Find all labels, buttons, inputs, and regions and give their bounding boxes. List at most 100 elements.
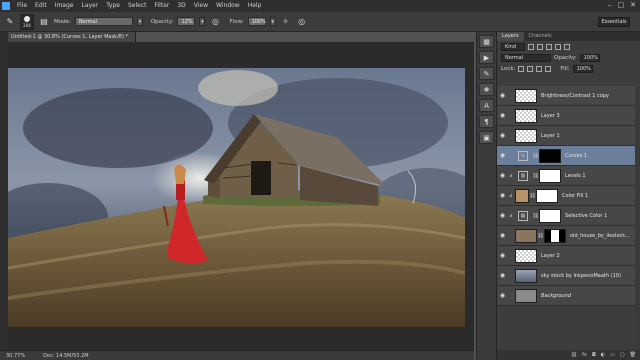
menu-image[interactable]: Image	[51, 0, 78, 12]
eye-icon[interactable]: ◉	[497, 292, 508, 299]
maximize-button[interactable]: □	[618, 1, 625, 9]
layer-row[interactable]: ◉ Background	[497, 286, 640, 306]
layer-mask-thumbnail[interactable]	[539, 168, 561, 183]
brush-panel-icon[interactable]: ▤	[38, 16, 50, 28]
new-layer-icon[interactable]: ▢	[620, 352, 625, 358]
eye-icon[interactable]: ◉	[497, 132, 508, 139]
chevron-down-icon[interactable]: ▾	[269, 17, 276, 26]
layer-mask-thumbnail[interactable]	[539, 148, 561, 163]
layers-scrollbar[interactable]	[635, 86, 640, 350]
layer-row[interactable]: ◉ sky stock by InkpenoMaath (10)	[497, 266, 640, 286]
layer-row[interactable]: ◉ Brightness/Contrast 1 copy	[497, 86, 640, 106]
brush-settings-icon[interactable]: ❖	[479, 83, 494, 96]
eye-icon[interactable]: ◉	[497, 92, 508, 99]
eye-icon[interactable]: ◉	[497, 252, 508, 259]
layer-row[interactable]: ◉ ↲ ⛓ Color Fill 1	[497, 186, 640, 206]
layer-name: Layer 3	[541, 112, 560, 119]
menu-view[interactable]: View	[190, 0, 212, 12]
brush-presets-icon[interactable]: ✎	[479, 67, 494, 80]
brush-tip-icon	[24, 15, 30, 22]
link-layers-icon[interactable]: ⛓	[571, 352, 577, 358]
filter-type-icon[interactable]	[546, 43, 552, 50]
chain-link-icon[interactable]: ⛓	[529, 193, 536, 199]
chain-link-icon[interactable]: ⛓	[532, 173, 539, 179]
opacity-field[interactable]: 12%	[177, 17, 196, 26]
eye-icon[interactable]: ◉	[497, 172, 508, 179]
actions-play-icon[interactable]: ▶	[479, 51, 494, 64]
layer-mask-thumbnail[interactable]	[536, 188, 558, 203]
layer-mask-thumbnail[interactable]	[539, 208, 561, 223]
layer-row-selected[interactable]: ◉ ∿ ⛓ Curves 1	[497, 146, 640, 166]
menu-help[interactable]: Help	[244, 0, 266, 12]
layer-name: Background	[541, 292, 571, 299]
character-icon[interactable]: A	[479, 99, 494, 112]
chain-link-icon[interactable]: ⛓	[537, 233, 544, 239]
chevron-down-icon[interactable]: ▾	[199, 17, 206, 26]
eye-icon[interactable]: ◉	[497, 272, 508, 279]
lock-position-icon[interactable]	[536, 65, 543, 72]
eye-icon[interactable]: ◉	[497, 192, 508, 199]
lock-image-icon[interactable]	[527, 65, 534, 72]
brush-preset-picker[interactable]: 204	[20, 13, 34, 30]
mode-select[interactable]: Normal	[74, 17, 133, 26]
lock-transparent-icon[interactable]	[518, 65, 525, 72]
layer-row[interactable]: ◉ Layer 2	[497, 246, 640, 266]
flow-label: Flow:	[229, 18, 244, 25]
history-icon[interactable]: ▦	[479, 35, 494, 48]
menu-file[interactable]: File	[13, 0, 31, 12]
new-adjustment-icon[interactable]: ◐	[601, 352, 605, 358]
new-group-icon[interactable]: ▭	[610, 352, 615, 358]
close-button[interactable]: ✕	[630, 1, 636, 9]
filter-smart-object-icon[interactable]	[564, 43, 570, 50]
layer-row[interactable]: ◉ ↲ ▧ ⛓ Selective Color 1	[497, 206, 640, 226]
layer-row[interactable]: ◉ Layer 1	[497, 126, 640, 146]
brush-tool-icon[interactable]: ✎	[4, 16, 16, 28]
eye-icon[interactable]: ◉	[497, 212, 508, 219]
layer-row[interactable]: ◉ ↲ ▥ ⛓ Levels 1	[497, 166, 640, 186]
clipping-icon: ↲	[508, 192, 514, 199]
chain-link-icon[interactable]: ⛓	[532, 213, 539, 219]
eye-icon[interactable]: ◉	[497, 152, 508, 159]
layer-row[interactable]: ◉ ⛓ old_house_by_ilexlock...	[497, 226, 640, 246]
menu-3d[interactable]: 3D	[173, 0, 189, 12]
menu-type[interactable]: Type	[102, 0, 124, 12]
menu-layer[interactable]: Layer	[77, 0, 102, 12]
chevron-down-icon[interactable]: ▾	[136, 17, 143, 26]
paragraph-icon[interactable]: ¶	[479, 115, 494, 128]
layer-row[interactable]: ◉ Layer 3	[497, 106, 640, 126]
minimize-button[interactable]: –	[608, 1, 612, 9]
properties-icon[interactable]: ▣	[479, 131, 494, 144]
fill-field[interactable]: 100%	[572, 64, 593, 73]
menu-filter[interactable]: Filter	[151, 0, 174, 12]
layers-panel-footer: ⛓ fx ◘ ◐ ▭ ▢ 🗑	[497, 350, 640, 360]
pressure-size-icon[interactable]: ◎	[296, 16, 308, 28]
filter-adjustment-icon[interactable]	[537, 43, 543, 50]
blend-mode-select[interactable]: Normal	[501, 53, 551, 62]
pressure-opacity-icon[interactable]: ◎	[209, 16, 221, 28]
menu-edit[interactable]: Edit	[31, 0, 51, 12]
tools-panel	[0, 32, 8, 350]
menu-select[interactable]: Select	[124, 0, 151, 12]
add-mask-icon[interactable]: ◘	[592, 352, 596, 358]
filter-kind-select[interactable]: Kind	[501, 42, 525, 51]
layer-opacity-field[interactable]: 100%	[579, 53, 600, 62]
filter-shape-icon[interactable]	[555, 43, 561, 50]
zoom-readout[interactable]: 30.77%	[6, 353, 25, 359]
eye-icon[interactable]: ◉	[497, 112, 508, 119]
workspace-switcher[interactable]: Essentials	[598, 17, 630, 27]
tab-channels[interactable]: Channels	[524, 32, 557, 41]
tab-layers[interactable]: Layers	[497, 32, 524, 41]
airbrush-icon[interactable]: ✧	[280, 16, 292, 28]
layer-mask-thumbnail[interactable]	[544, 228, 566, 243]
document-canvas[interactable]	[8, 68, 465, 327]
fx-icon[interactable]: fx	[582, 352, 587, 358]
lock-all-icon[interactable]	[545, 65, 552, 72]
chain-link-icon[interactable]: ⛓	[532, 153, 539, 159]
flow-field[interactable]: 100%	[247, 17, 266, 26]
eye-icon[interactable]: ◉	[497, 232, 508, 239]
filter-pixel-icon[interactable]	[528, 43, 534, 50]
layer-name: Layer 2	[541, 252, 560, 259]
menu-window[interactable]: Window	[212, 0, 244, 12]
trash-icon[interactable]: 🗑	[630, 352, 636, 358]
document-tab[interactable]: Untitled-1 @ 30.8% (Curves 1, Layer Mask…	[8, 32, 136, 42]
